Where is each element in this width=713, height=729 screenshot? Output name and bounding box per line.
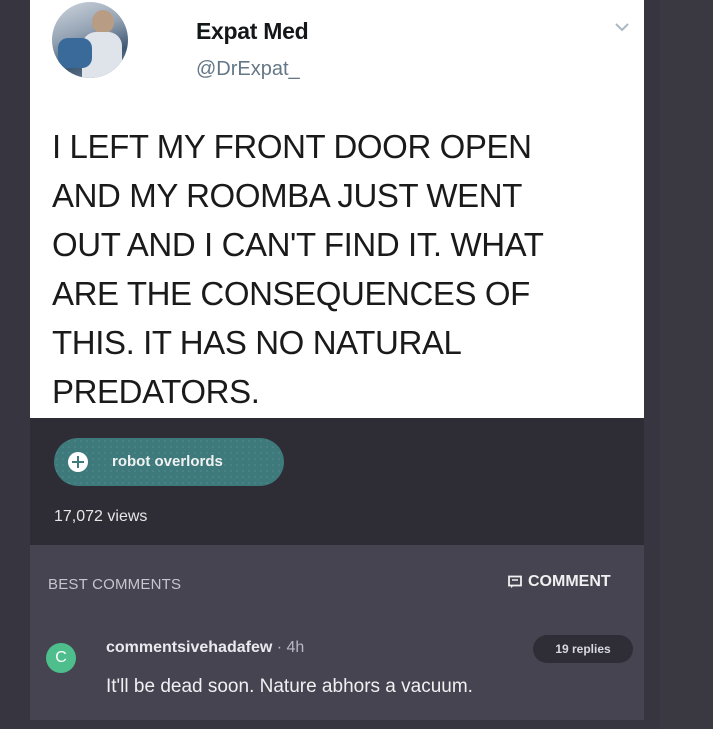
comment-time: · 4h [272, 639, 305, 656]
plus-icon [68, 452, 88, 472]
tweet-text: I LEFT MY FRONT DOOR OPEN AND MY ROOMBA … [52, 128, 544, 410]
comment-button-label: COMMENT [528, 573, 611, 590]
commenter-username[interactable]: commentsivehadafew [106, 639, 272, 656]
post-meta: robot overlords 17,072 views [30, 418, 644, 545]
comments-section: BEST COMMENTS COMMENT C commentsivehadaf… [30, 545, 644, 720]
author-handle[interactable]: @DrExpat_ [196, 58, 300, 81]
best-comments-header: BEST COMMENTS [48, 576, 182, 593]
author-avatar[interactable] [52, 2, 128, 78]
commenter-line: commentsivehadafew · 4h [106, 639, 304, 657]
tweet-card: Expat Med @DrExpat_ I LEFT MY FRONT DOOR… [30, 0, 644, 418]
right-margin [660, 0, 713, 729]
view-count: 17,072 views [54, 508, 148, 525]
comment-icon [508, 575, 522, 588]
commenter-avatar[interactable]: C [46, 643, 76, 673]
author-name[interactable]: Expat Med [196, 18, 309, 45]
avatar-patient [58, 38, 92, 68]
replies-button[interactable]: 19 replies [533, 635, 633, 663]
chevron-down-icon[interactable] [613, 18, 631, 36]
tag-label: robot overlords [112, 453, 223, 470]
avatar-head [92, 10, 114, 34]
comment-body: It'll be dead soon. Nature abhors a vacu… [106, 676, 473, 697]
tag-robot-overlords[interactable]: robot overlords [54, 438, 284, 486]
comment-button[interactable]: COMMENT [508, 573, 611, 591]
